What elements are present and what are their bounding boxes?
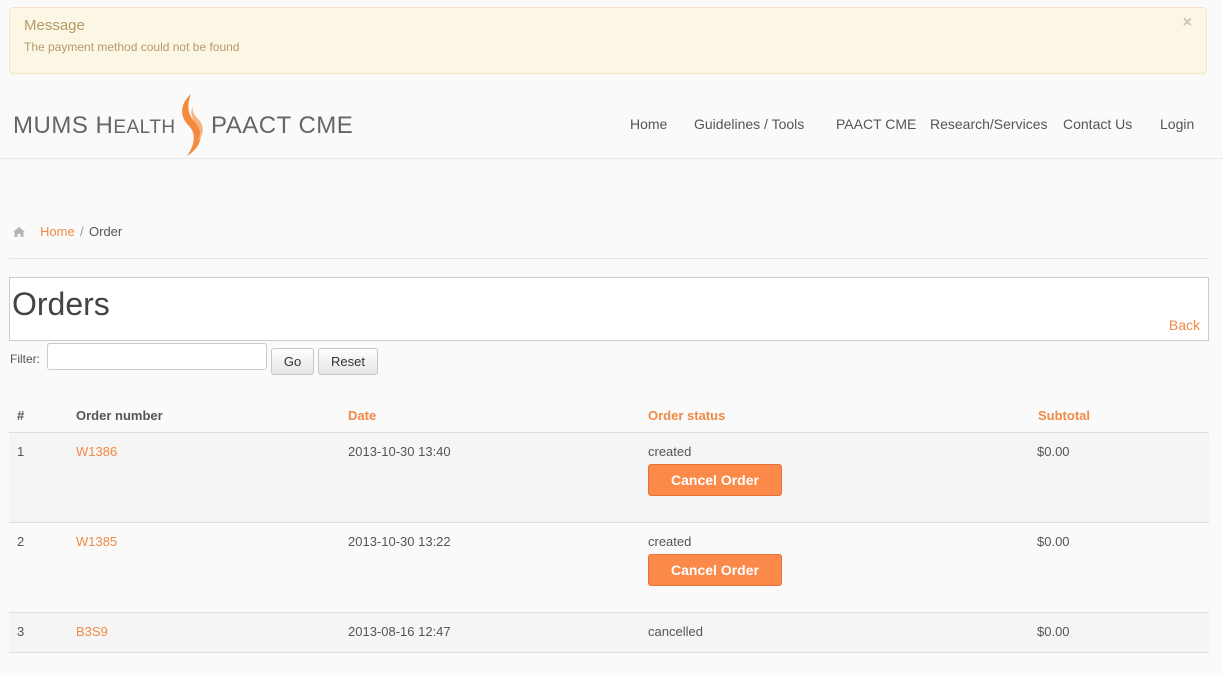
table-bottom-border	[9, 652, 1209, 653]
nav-paact-cme[interactable]: PAACT CME	[836, 116, 916, 132]
row-number: 2	[17, 534, 25, 549]
cancel-order-button[interactable]: Cancel Order	[648, 554, 782, 586]
go-button[interactable]: Go	[271, 348, 314, 375]
cancel-order-button[interactable]: Cancel Order	[648, 464, 782, 496]
order-date: 2013-08-16 12:47	[348, 624, 451, 639]
nav-home[interactable]: Home	[630, 116, 667, 132]
order-date: 2013-10-30 13:40	[348, 444, 451, 459]
table-row: 3 B3S9 2013-08-16 12:47 cancelled $0.00	[9, 612, 1209, 653]
breadcrumb-home-link[interactable]: Home	[40, 224, 75, 239]
order-status: cancelled	[648, 624, 703, 639]
order-number-link[interactable]: W1385	[76, 534, 117, 549]
breadcrumb-separator: /	[80, 224, 84, 239]
order-number-link[interactable]: W1386	[76, 444, 117, 459]
close-icon[interactable]: ×	[1183, 14, 1192, 32]
column-header-order-status[interactable]: Order status	[648, 408, 725, 423]
logo-text-paact-cme: PAACT CME	[211, 112, 354, 139]
nav-research-services[interactable]: Research/Services	[930, 116, 1048, 132]
table-row: 1 W1386 2013-10-30 13:40 created Cancel …	[9, 432, 1209, 523]
column-header-number: #	[17, 408, 25, 423]
filter-input[interactable]	[47, 343, 267, 370]
column-header-date[interactable]: Date	[348, 408, 376, 423]
column-header-subtotal[interactable]: Subtotal	[1038, 408, 1090, 423]
home-icon	[13, 227, 25, 237]
site-header: MUMS HEALTH PAACT CME Home Guidelines / …	[0, 88, 1223, 159]
order-subtotal: $0.00	[1037, 534, 1070, 549]
order-date: 2013-10-30 13:22	[348, 534, 451, 549]
row-number: 1	[17, 444, 25, 459]
alert-title: Message	[24, 17, 85, 34]
nav-login[interactable]: Login	[1160, 116, 1194, 132]
order-number-link[interactable]: B3S9	[76, 624, 108, 639]
alert-text: The payment method could not be found	[24, 40, 240, 54]
order-subtotal: $0.00	[1037, 624, 1070, 639]
filter-label: Filter:	[10, 352, 40, 366]
reset-button[interactable]: Reset	[318, 348, 378, 375]
page-title-box: Orders Back	[9, 277, 1209, 341]
order-subtotal: $0.00	[1037, 444, 1070, 459]
alert-message: Message The payment method could not be …	[9, 7, 1207, 74]
column-header-order-number: Order number	[76, 408, 163, 423]
back-link[interactable]: Back	[1169, 317, 1200, 333]
nav-contact-us[interactable]: Contact Us	[1063, 116, 1132, 132]
table-row: 2 W1385 2013-10-30 13:22 created Cancel …	[9, 522, 1209, 613]
logo-text-mums-health: MUMS HEALTH	[13, 112, 176, 139]
breadcrumb-current: Order	[89, 224, 123, 239]
order-status: created	[648, 444, 692, 459]
divider	[9, 258, 1209, 259]
order-status: created	[648, 534, 692, 549]
nav-guidelines-tools[interactable]: Guidelines / Tools	[694, 116, 804, 132]
flame-icon	[182, 94, 203, 156]
page-title: Orders	[12, 286, 110, 322]
row-number: 3	[17, 624, 25, 639]
